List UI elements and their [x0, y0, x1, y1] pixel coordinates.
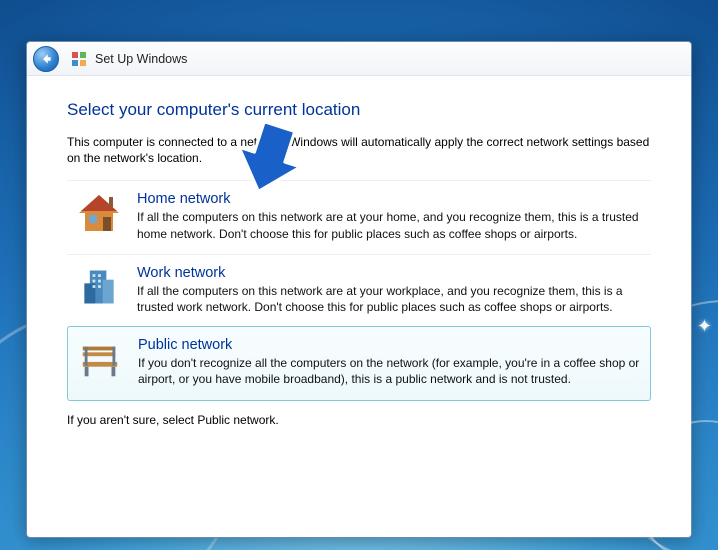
desktop-background: ✦ Set Up Windows Select your computer's … — [0, 0, 718, 550]
option-title: Public network — [138, 337, 642, 353]
back-button[interactable] — [33, 46, 59, 72]
page-heading: Select your computer's current location — [67, 100, 651, 120]
option-desc: If all the computers on this network are… — [137, 283, 643, 315]
app-icon — [71, 51, 87, 67]
option-work-network[interactable]: Work network If all the computers on thi… — [67, 254, 651, 327]
bench-icon — [76, 337, 124, 385]
window-title: Set Up Windows — [95, 52, 187, 66]
content-area: Select your computer's current location … — [27, 76, 691, 537]
sparkle-decoration: ✦ — [697, 316, 712, 337]
option-public-network[interactable]: Public network If you don't recognize al… — [67, 326, 651, 400]
option-title: Home network — [137, 191, 643, 207]
intro-text: This computer is connected to a network.… — [67, 134, 651, 166]
option-desc: If all the computers on this network are… — [137, 209, 643, 241]
option-title: Work network — [137, 265, 643, 281]
option-home-network[interactable]: Home network If all the computers on thi… — [67, 180, 651, 253]
option-desc: If you don't recognize all the computers… — [138, 355, 642, 387]
building-icon — [75, 265, 123, 313]
footer-note: If you aren't sure, select Public networ… — [67, 413, 651, 427]
house-icon — [75, 191, 123, 239]
back-arrow-icon — [39, 52, 53, 66]
titlebar: Set Up Windows — [27, 42, 691, 76]
setup-window: Set Up Windows Select your computer's cu… — [26, 41, 692, 538]
